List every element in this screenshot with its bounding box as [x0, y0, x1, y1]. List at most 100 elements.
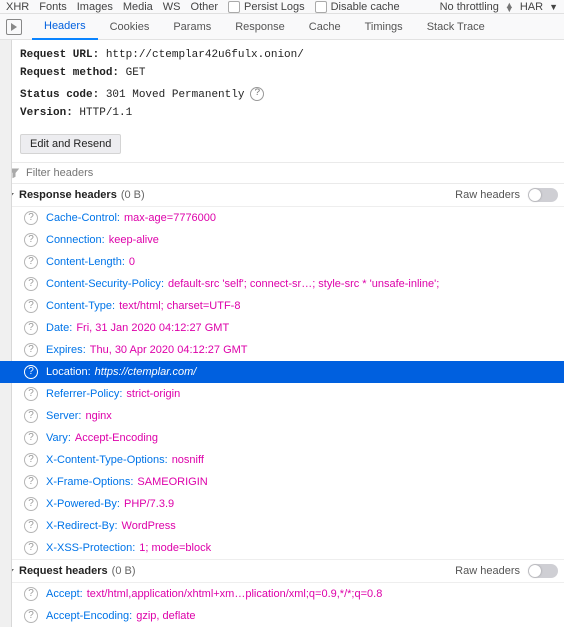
help-icon[interactable]: ?: [24, 211, 38, 225]
header-name: X-Frame-Options: [46, 476, 130, 488]
header-row[interactable]: ?Connection:keep-alive: [0, 229, 564, 251]
header-value: text/html,application/xhtml+xm…plication…: [87, 588, 383, 600]
header-row[interactable]: ?Date:Fri, 31 Jan 2020 04:12:27 GMT: [0, 317, 564, 339]
header-name: Accept: [46, 588, 80, 600]
request-headers-section[interactable]: Request headers (0 B) Raw headers: [0, 559, 564, 583]
throttling-select[interactable]: No throttling: [440, 1, 499, 13]
help-icon[interactable]: ?: [24, 321, 38, 335]
header-row[interactable]: ?X-Content-Type-Options:nosniff: [0, 449, 564, 471]
header-row[interactable]: ?Content-Length:0: [0, 251, 564, 273]
header-row[interactable]: ?Referrer-Policy:strict-origin: [0, 383, 564, 405]
toggle-details-icon[interactable]: [6, 19, 22, 35]
tab-response[interactable]: Response: [223, 14, 297, 40]
filter-type-xhr[interactable]: XHR: [6, 1, 29, 13]
disable-cache-checkbox[interactable]: Disable cache: [315, 1, 400, 13]
header-value: WordPress: [122, 520, 176, 532]
header-row[interactable]: ?Server:nginx: [0, 405, 564, 427]
header-name: Date: [46, 322, 69, 334]
help-icon[interactable]: ?: [250, 87, 264, 101]
header-value: nginx: [85, 410, 111, 422]
help-icon[interactable]: ?: [24, 409, 38, 423]
help-icon[interactable]: ?: [24, 255, 38, 269]
updown-icon: ▲▼: [505, 3, 514, 11]
header-row[interactable]: ?X-Powered-By:PHP/7.3.9: [0, 493, 564, 515]
tab-cookies[interactable]: Cookies: [98, 14, 162, 40]
method-label: Request method:: [20, 67, 119, 79]
chevron-down-icon: ▼: [549, 2, 558, 12]
header-value: max-age=7776000: [124, 212, 216, 224]
header-value: PHP/7.3.9: [124, 498, 174, 510]
disable-cache-label: Disable cache: [331, 1, 400, 13]
tab-timings[interactable]: Timings: [353, 14, 415, 40]
raw-headers-toggle[interactable]: [528, 564, 558, 578]
raw-headers-label: Raw headers: [455, 565, 520, 577]
tab-stack-trace[interactable]: Stack Trace: [415, 14, 497, 40]
header-value: nosniff: [172, 454, 204, 466]
status-value: 301 Moved Permanently: [106, 89, 245, 101]
header-row[interactable]: ?X-Frame-Options:SAMEORIGIN: [0, 471, 564, 493]
header-name: Vary: [46, 432, 68, 444]
header-name: Connection: [46, 234, 102, 246]
filter-type-images[interactable]: Images: [77, 1, 113, 13]
request-headers-title: Request headers: [19, 565, 108, 577]
url-label: Request URL:: [20, 49, 99, 61]
response-headers-size: (0 B): [121, 189, 145, 201]
request-summary: Request URL: http://ctemplar42u6fulx.oni…: [0, 40, 564, 128]
help-icon[interactable]: ?: [24, 365, 38, 379]
header-name: Accept-Encoding: [46, 610, 129, 622]
tab-params[interactable]: Params: [161, 14, 223, 40]
header-name: Location: [46, 366, 88, 378]
help-icon[interactable]: ?: [24, 609, 38, 623]
filter-type-other[interactable]: Other: [191, 1, 219, 13]
header-value: gzip, deflate: [136, 610, 195, 622]
help-icon[interactable]: ?: [24, 519, 38, 533]
help-icon[interactable]: ?: [24, 541, 38, 555]
help-icon[interactable]: ?: [24, 453, 38, 467]
response-headers-list: ?Cache-Control:max-age=7776000? Connectio…: [0, 207, 564, 559]
tab-headers[interactable]: Headers: [32, 14, 98, 40]
header-value: 1; mode=block: [139, 542, 211, 554]
help-icon[interactable]: ?: [24, 343, 38, 357]
header-value: https://ctemplar.com/: [95, 366, 197, 378]
tab-cache[interactable]: Cache: [297, 14, 353, 40]
help-icon[interactable]: ?: [24, 387, 38, 401]
header-row[interactable]: ?Cache-Control:max-age=7776000: [0, 207, 564, 229]
header-row[interactable]: ?Content-Security-Policy:default-src 'se…: [0, 273, 564, 295]
header-row[interactable]: ?Location:https://ctemplar.com/: [0, 361, 564, 383]
filter-type-media[interactable]: Media: [123, 1, 153, 13]
header-name: Content-Type: [46, 300, 112, 312]
help-icon[interactable]: ?: [24, 497, 38, 511]
url-value: http://ctemplar42u6fulx.onion/: [106, 49, 304, 61]
header-value: 0: [129, 256, 135, 268]
header-value: strict-origin: [126, 388, 180, 400]
filter-type-fonts[interactable]: Fonts: [39, 1, 67, 13]
response-headers-section[interactable]: Response headers (0 B) Raw headers: [0, 184, 564, 207]
help-icon[interactable]: ?: [24, 587, 38, 601]
header-row[interactable]: ?X-Redirect-By:WordPress: [0, 515, 564, 537]
header-value: text/html; charset=UTF-8: [119, 300, 240, 312]
header-row[interactable]: ?Expires:Thu, 30 Apr 2020 04:12:27 GMT: [0, 339, 564, 361]
header-name: Content-Security-Policy: [46, 278, 161, 290]
header-row[interactable]: ?Accept:text/html,application/xhtml+xm…p…: [0, 583, 564, 605]
header-row[interactable]: ?Content-Type:text/html; charset=UTF-8: [0, 295, 564, 317]
help-icon[interactable]: ?: [24, 277, 38, 291]
header-value: Accept-Encoding: [75, 432, 158, 444]
persist-logs-checkbox[interactable]: Persist Logs: [228, 1, 305, 13]
header-row[interactable]: ?X-XSS-Protection:1; mode=block: [0, 537, 564, 559]
header-row[interactable]: ?Vary:Accept-Encoding: [0, 427, 564, 449]
help-icon[interactable]: ?: [24, 475, 38, 489]
header-value: keep-alive: [109, 234, 159, 246]
edit-resend-button[interactable]: Edit and Resend: [20, 134, 121, 154]
header-value: Fri, 31 Jan 2020 04:12:27 GMT: [76, 322, 229, 334]
header-row[interactable]: ?Accept-Encoding:gzip, deflate: [0, 605, 564, 627]
filter-headers-input[interactable]: [26, 167, 556, 179]
har-menu[interactable]: HAR: [520, 1, 543, 13]
filter-type-ws[interactable]: WS: [163, 1, 181, 13]
help-icon[interactable]: ?: [24, 233, 38, 247]
help-icon[interactable]: ?: [24, 431, 38, 445]
header-value: default-src 'self'; connect-sr…; style-s…: [168, 278, 439, 290]
raw-headers-toggle[interactable]: [528, 188, 558, 202]
method-value: GET: [126, 67, 146, 79]
response-headers-title: Response headers: [19, 189, 117, 201]
help-icon[interactable]: ?: [24, 299, 38, 313]
